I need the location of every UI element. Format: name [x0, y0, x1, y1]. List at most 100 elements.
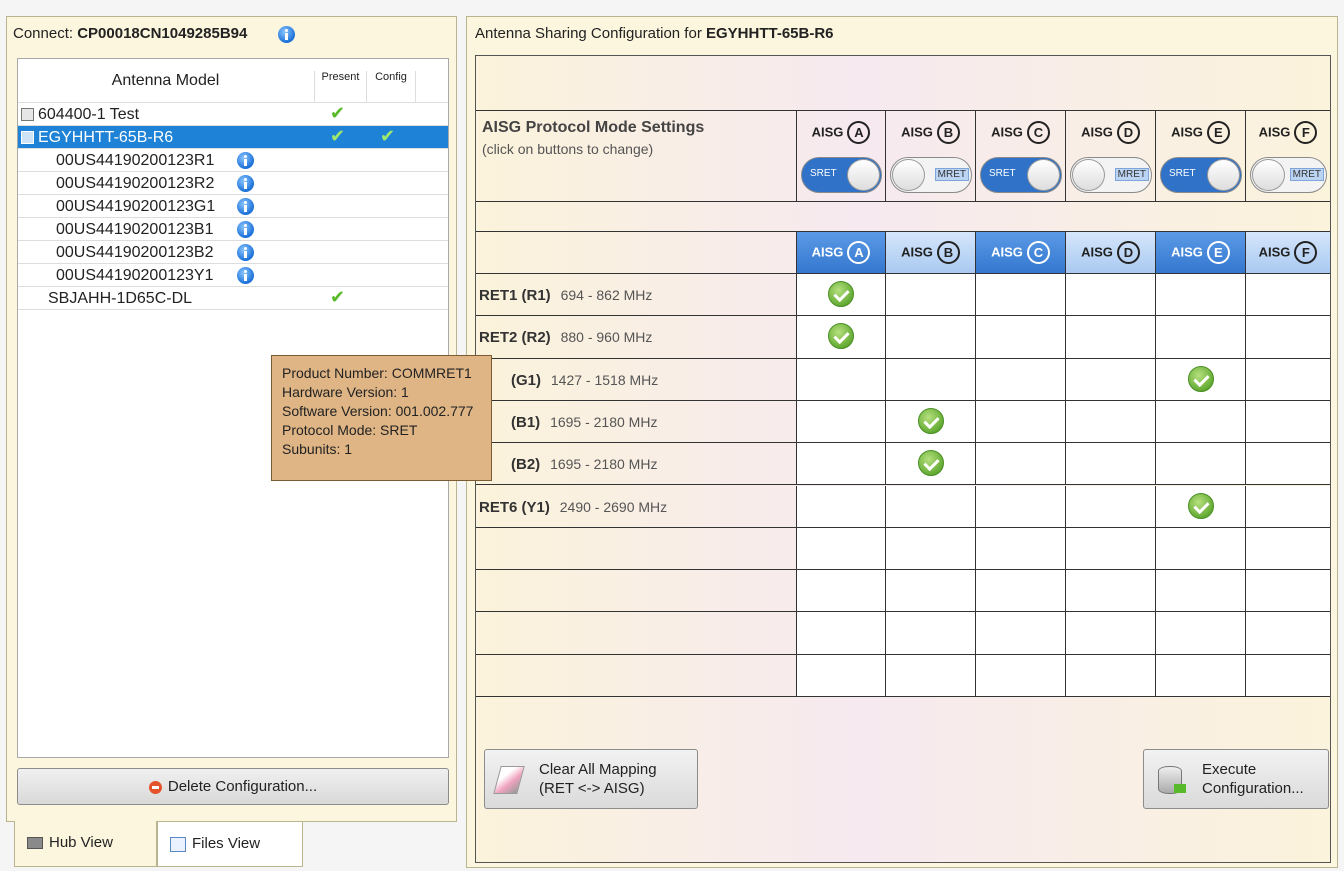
info-icon[interactable]: [237, 221, 254, 238]
mode-toggle-e[interactable]: SRET: [1160, 157, 1242, 193]
mapping-cell[interactable]: [796, 654, 885, 697]
tree-row-label: 00US44190200123B2: [56, 244, 214, 261]
mapping-cell[interactable]: [975, 316, 1065, 359]
execute-configuration-button[interactable]: Execute Configuration...: [1143, 749, 1329, 809]
mapping-cell[interactable]: [885, 485, 975, 528]
port-header: AISG B: [886, 121, 975, 144]
mapping-cell[interactable]: [1245, 358, 1330, 401]
mapping-cell[interactable]: [975, 443, 1065, 486]
mapping-cell[interactable]: [1155, 612, 1245, 655]
mapping-cell[interactable]: [1065, 570, 1155, 613]
col-present[interactable]: Present: [314, 71, 366, 103]
mode-toggle-b[interactable]: MRET: [890, 157, 972, 193]
grid-header-f: AISG F: [1245, 232, 1330, 274]
tree-row[interactable]: 00US44190200123B1: [18, 218, 448, 241]
mapping-cell[interactable]: [885, 570, 975, 613]
mapping-cell[interactable]: [1065, 274, 1155, 317]
mapping-cell[interactable]: [975, 485, 1065, 528]
tree-row[interactable]: 604400-1 Test ✔: [18, 103, 448, 126]
mapping-cell[interactable]: [1245, 316, 1330, 359]
tooltip-subunits: Subunits: 1: [282, 441, 353, 457]
mapping-cell[interactable]: [1155, 485, 1245, 528]
mapping-cell[interactable]: [1065, 527, 1155, 571]
mapping-cell[interactable]: [1155, 358, 1245, 401]
mapping-cell[interactable]: [796, 274, 885, 317]
mapping-cell[interactable]: [885, 274, 975, 317]
info-icon[interactable]: [237, 198, 254, 215]
mapping-cell[interactable]: [796, 443, 885, 486]
mapping-cell[interactable]: [975, 358, 1065, 401]
tree-row[interactable]: 00US44190200123B2: [18, 241, 448, 264]
mapping-cell[interactable]: [1155, 443, 1245, 486]
mode-toggle-d[interactable]: MRET: [1070, 157, 1152, 193]
mapping-cell[interactable]: [885, 400, 975, 444]
mapping-cell[interactable]: [885, 527, 975, 571]
grid-header-e: AISG E: [1155, 232, 1245, 274]
info-icon[interactable]: [277, 25, 295, 43]
mapping-cell[interactable]: [975, 612, 1065, 655]
tree-row[interactable]: EGYHHTT-65B-R6 ✔ ✔: [18, 126, 448, 149]
tree-row-label: SBJAHH-1D65C-DL: [48, 290, 193, 307]
info-icon[interactable]: [237, 175, 254, 192]
mapping-cell[interactable]: [975, 527, 1065, 571]
mapping-cell[interactable]: [1065, 612, 1155, 655]
tree-row[interactable]: SBJAHH-1D65C-DL ✔: [18, 287, 448, 310]
mapping-cell[interactable]: [1155, 316, 1245, 359]
mapping-cell[interactable]: [975, 570, 1065, 613]
ret-name: RET1 (R1): [479, 287, 551, 304]
mapping-cell[interactable]: [1065, 443, 1155, 486]
mode-toggle-a[interactable]: SRET: [801, 157, 882, 193]
mapping-cell[interactable]: [1245, 527, 1330, 571]
mapping-cell[interactable]: [885, 316, 975, 359]
mapping-cell[interactable]: [1245, 570, 1330, 613]
mode-column-e: AISG E SRET: [1155, 111, 1245, 201]
mode-toggle-f[interactable]: MRET: [1250, 157, 1327, 193]
mapping-cell[interactable]: [796, 612, 885, 655]
mapping-cell[interactable]: [1155, 570, 1245, 613]
mapping-cell[interactable]: [1065, 400, 1155, 444]
mapping-cell[interactable]: [1155, 400, 1245, 444]
mapping-cell[interactable]: [1245, 400, 1330, 444]
mapping-cell[interactable]: [885, 443, 975, 486]
mapping-cell[interactable]: [796, 316, 885, 359]
tree-row[interactable]: 00US44190200123G1: [18, 195, 448, 218]
info-icon[interactable]: [237, 152, 254, 169]
mapping-cell[interactable]: [1065, 316, 1155, 359]
mapping-cell[interactable]: [796, 570, 885, 613]
tree-row[interactable]: 00US44190200123R1: [18, 149, 448, 172]
col-antenna-model[interactable]: Antenna Model: [18, 72, 313, 90]
mapping-cell[interactable]: [796, 527, 885, 571]
mapping-cell[interactable]: [1065, 485, 1155, 528]
mapping-cell[interactable]: [796, 400, 885, 444]
mapping-cell[interactable]: [1245, 654, 1330, 697]
mapping-cell[interactable]: [975, 400, 1065, 444]
mapping-cell[interactable]: [796, 358, 885, 401]
mapping-cell[interactable]: [975, 274, 1065, 317]
mapping-cell[interactable]: [1155, 274, 1245, 317]
mapping-cell[interactable]: [1245, 443, 1330, 486]
mapping-cell[interactable]: [885, 612, 975, 655]
delete-configuration-button[interactable]: Delete Configuration...: [17, 768, 449, 805]
mapping-cell[interactable]: [885, 358, 975, 401]
clear-all-mapping-button[interactable]: Clear All Mapping (RET <-> AISG): [484, 749, 698, 809]
mapping-cell[interactable]: [1065, 654, 1155, 697]
mapping-cell[interactable]: [1245, 485, 1330, 528]
mapping-cell[interactable]: [975, 654, 1065, 697]
mapping-cell[interactable]: [885, 654, 975, 697]
tree-row[interactable]: 00US44190200123R2: [18, 172, 448, 195]
tree-row[interactable]: 00US44190200123Y1: [18, 264, 448, 287]
mapping-cell[interactable]: [1065, 358, 1155, 401]
tab-hub-view[interactable]: Hub View: [14, 821, 157, 867]
mapping-cell[interactable]: [1155, 654, 1245, 697]
mapping-cell[interactable]: [1245, 612, 1330, 655]
mapping-cell[interactable]: [1155, 527, 1245, 571]
info-icon[interactable]: [237, 267, 254, 284]
connect-label: Connect:: [13, 25, 74, 42]
tab-files-view[interactable]: Files View: [157, 821, 303, 867]
mapping-cell[interactable]: [796, 485, 885, 528]
mapping-cell[interactable]: [1245, 274, 1330, 317]
info-tooltip: Product Number: COMMRET1 Hardware Versio…: [271, 355, 492, 481]
col-config[interactable]: Config: [366, 71, 416, 103]
mode-toggle-c[interactable]: SRET: [980, 157, 1062, 193]
info-icon[interactable]: [237, 244, 254, 261]
